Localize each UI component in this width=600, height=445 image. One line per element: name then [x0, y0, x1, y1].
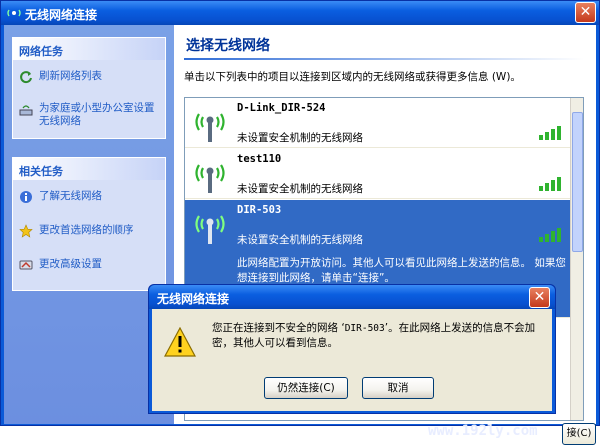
- dialog-close-button[interactable]: ✕: [529, 287, 550, 308]
- settings-icon: [19, 260, 33, 270]
- info-icon: [20, 191, 32, 203]
- window-close-button[interactable]: ✕: [575, 2, 596, 23]
- dialog-titlebar[interactable]: 无线网络连接: [149, 285, 555, 309]
- dialog-title: 无线网络连接: [157, 292, 230, 306]
- wireless-antenna-icon: [195, 215, 225, 244]
- warning-icon: [164, 327, 196, 357]
- network-description: 此网络配置为开放访问。其他人可以看见此网络上发送的信息。 如果您想连接到此网络，…: [237, 257, 566, 284]
- network-security: 未设置安全机制的无线网络: [237, 234, 363, 246]
- insecure-network-dialog: 无线网络连接 ✕ 您正在连接到不安全的网络 ‘DIR-503’。在此网络上发送的…: [148, 284, 556, 414]
- signal-strength-icon: [539, 126, 561, 140]
- dialog-message-ssid: DIR-503: [344, 323, 385, 334]
- learn-wireless-label: 了解无线网络: [39, 190, 102, 202]
- cancel-button[interactable]: 取消: [362, 377, 434, 399]
- refresh-network-list-link[interactable]: 刷新网络列表: [19, 70, 159, 86]
- setup-wireless-network-label: 为家庭或小型办公室设置无线网络: [39, 102, 155, 127]
- scrollbar-thumb[interactable]: [572, 112, 583, 252]
- close-icon: ✕: [579, 4, 592, 20]
- dialog-body: 您正在连接到不安全的网络 ‘DIR-503’。在此网络上发送的信息不会加密，其他…: [152, 309, 552, 411]
- learn-wireless-link[interactable]: 了解无线网络: [19, 190, 159, 206]
- refresh-network-list-label: 刷新网络列表: [39, 70, 102, 82]
- network-security: 未设置安全机制的无线网络: [237, 132, 363, 144]
- network-security: 未设置安全机制的无线网络: [237, 183, 363, 195]
- heading-divider: [184, 58, 584, 60]
- network-tasks-header: 网络任务: [13, 38, 165, 60]
- change-preferred-order-label: 更改首选网络的顺序: [39, 224, 134, 236]
- star-icon: [19, 224, 33, 238]
- signal-strength-icon: [539, 228, 561, 242]
- network-item[interactable]: D-Link_DIR-524 未设置安全机制的无线网络: [185, 98, 571, 148]
- dialog-message-pre: 您正在连接到不安全的网络 ‘: [212, 322, 345, 334]
- wireless-icon: [7, 9, 21, 17]
- wireless-antenna-icon: [195, 113, 225, 142]
- refresh-icon: [20, 71, 32, 84]
- related-tasks-header: 相关任务: [13, 158, 165, 180]
- connect-anyway-button[interactable]: 仍然连接(C): [264, 377, 348, 399]
- change-advanced-settings-link[interactable]: 更改高级设置: [19, 258, 159, 274]
- network-list-scrollbar[interactable]: [570, 98, 583, 420]
- change-advanced-settings-label: 更改高级设置: [39, 258, 102, 270]
- page-title: 选择无线网络: [186, 38, 270, 54]
- network-item[interactable]: test110 未设置安全机制的无线网络: [185, 149, 571, 199]
- related-tasks-panel: 相关任务 了解无线网络 更改首选网络的顺序 更改高级设置: [12, 157, 166, 291]
- close-icon: ✕: [533, 289, 546, 305]
- change-preferred-order-link[interactable]: 更改首选网络的顺序: [19, 224, 159, 240]
- wireless-antenna-icon: [195, 164, 225, 193]
- network-ssid: test110: [237, 153, 282, 165]
- network-ssid: D-Link_DIR-524: [237, 102, 326, 114]
- window-titlebar[interactable]: 无线网络连接 ✕: [1, 1, 599, 25]
- network-tasks-panel: 网络任务 刷新网络列表 为家庭或小型办公室设置无线网络: [12, 37, 166, 139]
- watermark: www.192ly.com: [428, 423, 538, 439]
- signal-strength-icon: [539, 177, 561, 191]
- network-ssid: DIR-503: [237, 204, 282, 216]
- dialog-message: 您正在连接到不安全的网络 ‘DIR-503’。在此网络上发送的信息不会加密，其他…: [212, 321, 542, 351]
- wireless-setup-icon: [19, 105, 33, 116]
- window-title: 无线网络连接: [25, 8, 98, 22]
- instruction-text: 单击以下列表中的项目以连接到区域内的无线网络或获得更多信息 (W)。: [184, 71, 521, 83]
- setup-wireless-network-link[interactable]: 为家庭或小型办公室设置无线网络: [19, 102, 159, 132]
- connect-button[interactable]: 接(C): [562, 423, 596, 445]
